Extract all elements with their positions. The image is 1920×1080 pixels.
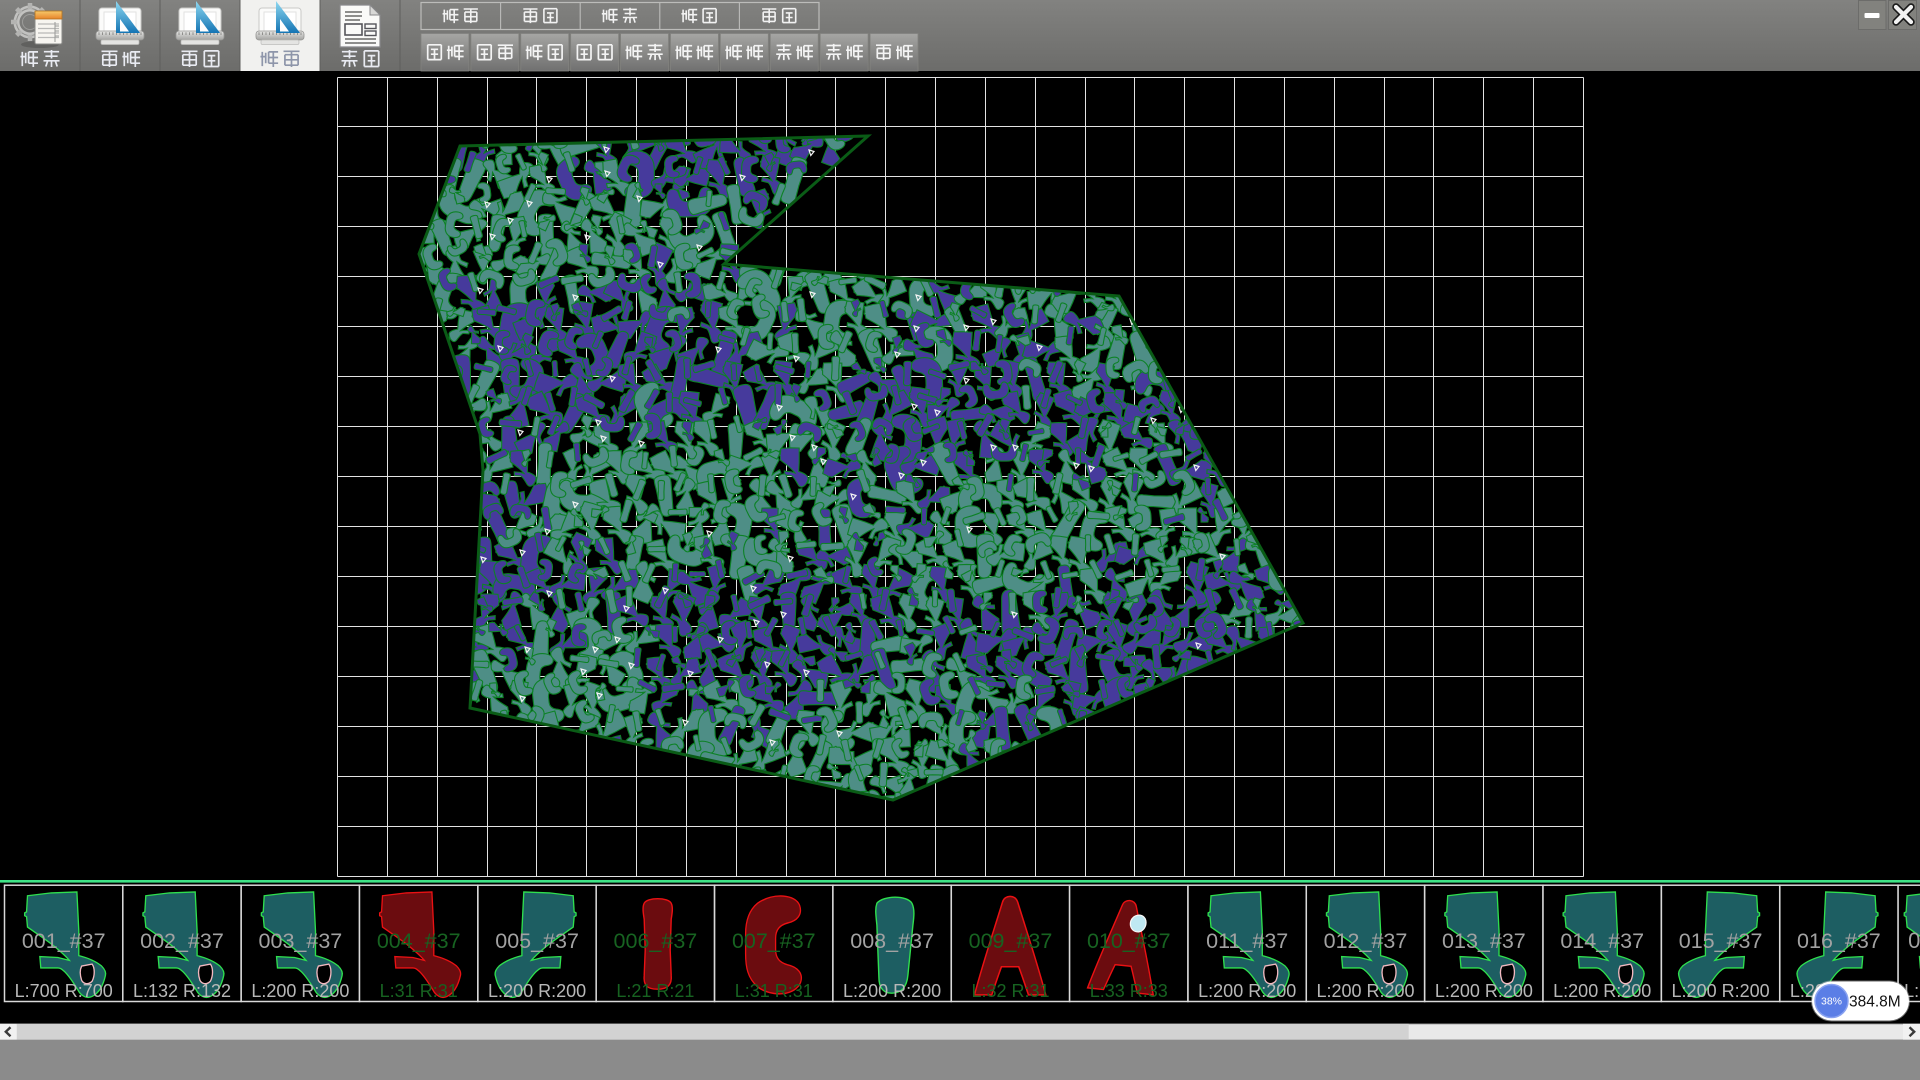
svg-text:384.8M: 384.8M bbox=[1849, 994, 1901, 1011]
svg-text:015_#37: 015_#37 bbox=[1679, 929, 1763, 953]
svg-text:L:33 R:33: L:33 R:33 bbox=[1090, 981, 1168, 1001]
svg-text:L:200 R:200: L:200 R:200 bbox=[1198, 981, 1296, 1001]
svg-text:L:700 R:700: L:700 R:700 bbox=[15, 981, 113, 1001]
svg-text:010_#37: 010_#37 bbox=[1087, 929, 1171, 953]
svg-text:013_#37: 013_#37 bbox=[1442, 929, 1526, 953]
svg-text:L:200 R:200: L:200 R:200 bbox=[843, 981, 941, 1001]
svg-text:L:200 R:200: L:200 R:200 bbox=[1435, 981, 1533, 1001]
svg-text:L:31 R:31: L:31 R:31 bbox=[380, 981, 458, 1001]
svg-text:L:200 R:200: L:200 R:200 bbox=[488, 981, 586, 1001]
svg-text:012_#37: 012_#37 bbox=[1324, 929, 1408, 953]
svg-text:006_#37: 006_#37 bbox=[614, 929, 698, 953]
svg-text:011_#37: 011_#37 bbox=[1206, 929, 1288, 953]
svg-text:0: 0 bbox=[1908, 928, 1920, 953]
svg-text:L:132 R:132: L:132 R:132 bbox=[133, 981, 231, 1001]
svg-text:L:32 R:31: L:32 R:31 bbox=[971, 981, 1049, 1001]
svg-text:L:21 R:21: L:21 R:21 bbox=[616, 981, 694, 1001]
svg-text:007_#37: 007_#37 bbox=[732, 929, 816, 953]
svg-text:014_#37: 014_#37 bbox=[1560, 929, 1644, 953]
svg-text:002_#37: 002_#37 bbox=[140, 929, 224, 953]
svg-text:004_#37: 004_#37 bbox=[377, 929, 461, 953]
svg-text:L:31 R:31: L:31 R:31 bbox=[735, 981, 813, 1001]
svg-text:008_#37: 008_#37 bbox=[850, 929, 934, 953]
svg-text:L:200 R:200: L:200 R:200 bbox=[1553, 981, 1651, 1001]
svg-text:L:200 R:200: L:200 R:200 bbox=[1316, 981, 1414, 1001]
svg-text:L:200 R:200: L:200 R:200 bbox=[251, 981, 349, 1001]
svg-text:003_#37: 003_#37 bbox=[259, 929, 343, 953]
svg-text:001_#37: 001_#37 bbox=[22, 929, 106, 953]
svg-text:38%: 38% bbox=[1821, 996, 1842, 1008]
svg-text:009_#37: 009_#37 bbox=[969, 929, 1053, 953]
svg-text:016_#37: 016_#37 bbox=[1797, 929, 1881, 953]
svg-text:L:200 R:200: L:200 R:200 bbox=[1672, 981, 1770, 1001]
svg-text:005_#37: 005_#37 bbox=[495, 929, 579, 953]
